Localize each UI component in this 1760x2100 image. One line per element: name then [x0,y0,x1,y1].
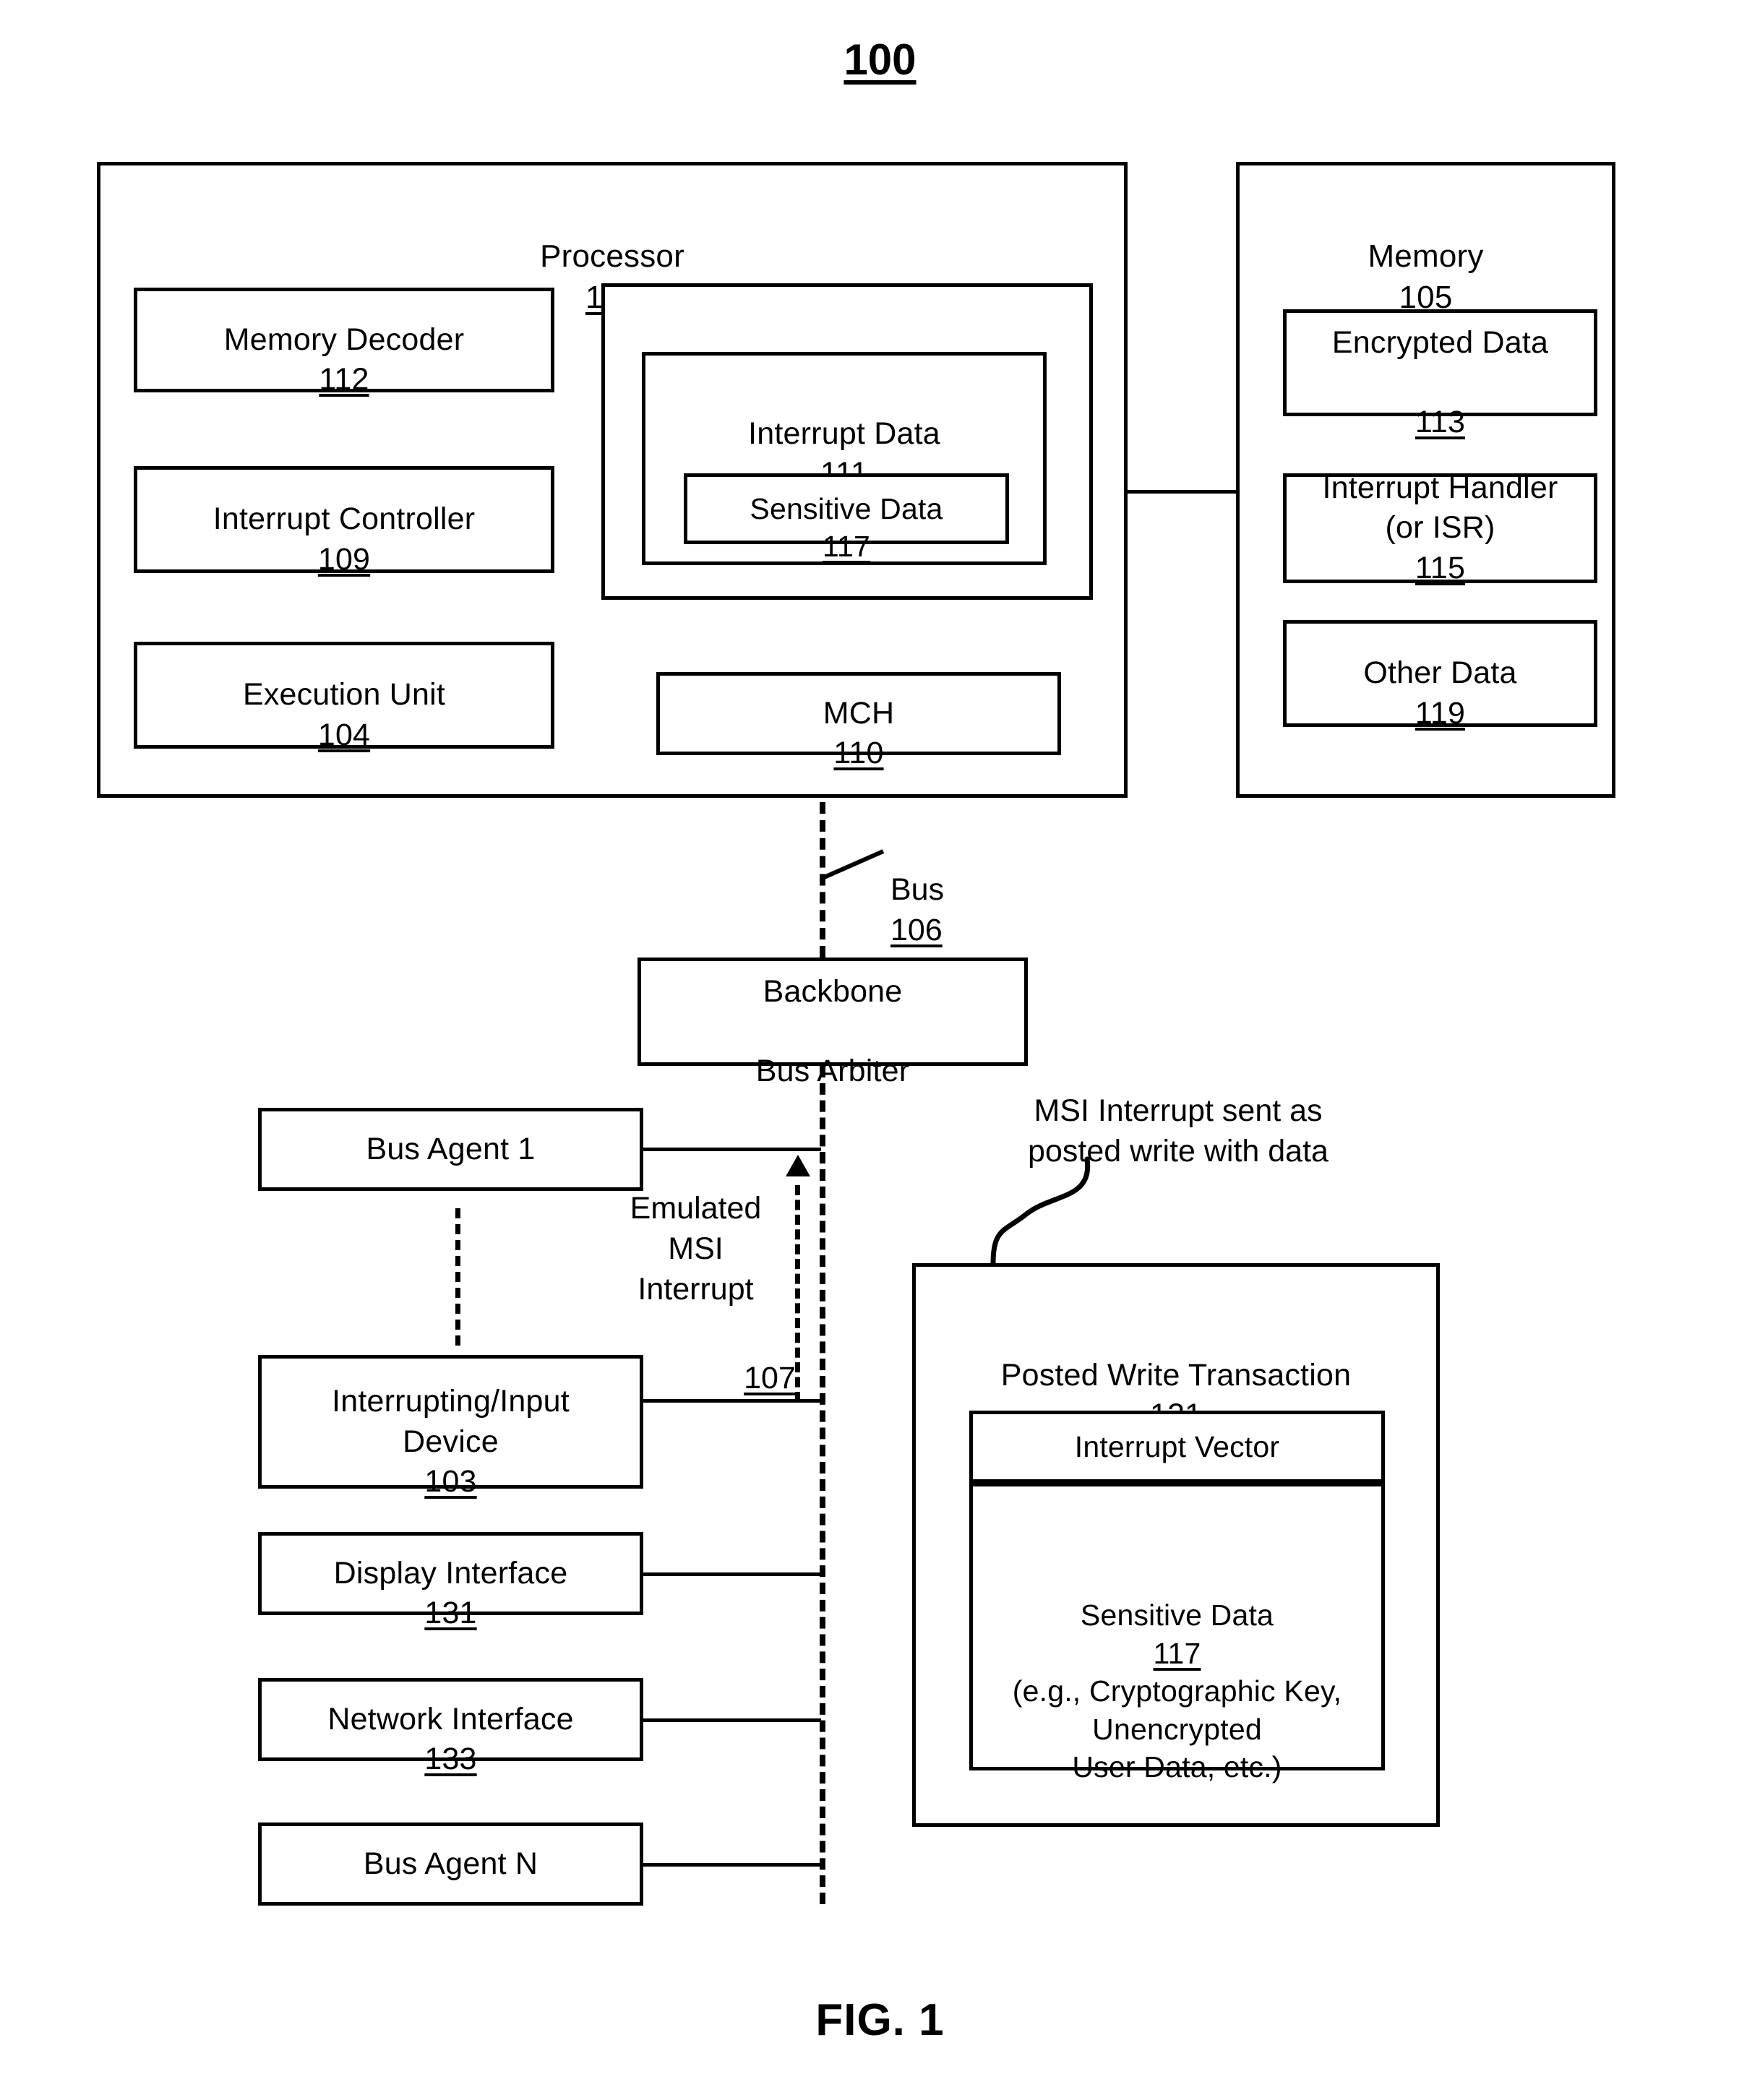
emulated-msi-number: 107 [744,1361,796,1395]
interrupt-controller-label: Interrupt Controller 109 [213,460,476,579]
sensitive-data-payload-cell: Sensitive Data 117 (e.g., Cryptographic … [969,1483,1385,1783]
processor-title-text: Processor [540,238,684,275]
network-interface-number: 133 [424,1742,477,1777]
interrupt-handler-block: Interrupt Handler (or ISR) 115 [1283,470,1597,585]
other-data-block: Other Data 119 [1283,620,1597,731]
interrupt-data-text: Interrupt Data [748,416,940,452]
interrupt-vector-label: Interrupt Vector [1074,1429,1280,1463]
execution-unit-text: Execution Unit [242,677,446,713]
bus-label-text: Bus [890,872,945,907]
bus-agent-n-label: Bus Agent N [363,1846,538,1881]
sensitive-data-cache-text: Sensitive Data [750,491,943,525]
processor-memory-connector [1126,490,1239,494]
memory-decoder-text: Memory Decoder [223,322,465,357]
memory-decoder-block: Memory Decoder 112 [134,288,554,397]
figure-canvas: 100 Processor 101 Memory Decoder 112 Int… [0,0,1760,2100]
interrupting-device-connector [642,1399,821,1403]
network-interface-block: Network Interface 133 [258,1678,643,1776]
mch-block: MCH 110 [656,672,1061,770]
emulated-msi-arrowhead [786,1155,810,1176]
other-data-label: Other Data 119 [1363,614,1516,733]
bus-agent-n-block: Bus Agent N [258,1823,643,1906]
interrupt-handler-text: Interrupt Handler (or ISR) [1322,470,1558,546]
other-data-text: Other Data [1363,655,1517,691]
memory-title-text: Memory [1368,238,1484,275]
posted-write-title-text: Posted Write Transaction [1000,1358,1352,1393]
network-interface-label: Network Interface 133 [327,1660,573,1779]
bus-agent-1-connector [642,1148,821,1151]
bus-label: Bus 106 [890,830,1107,951]
interrupting-input-device-text: Interrupting/Input Device [332,1384,570,1459]
bus-agent-1-label: Bus Agent 1 [366,1131,536,1166]
sensitive-data-payload-number: 117 [1153,1636,1201,1670]
encrypted-data-number: 113 [1415,405,1466,440]
interrupting-input-device-block: Interrupting/Input Device 103 [258,1355,643,1499]
memory-decoder-number: 112 [319,362,369,397]
encrypted-data-label: Encrypted Data 113 [1332,283,1548,442]
interrupt-controller-number: 109 [317,541,371,577]
arbiter-line-2: Bus Arbiter [755,1054,910,1089]
mch-label: MCH 110 [823,654,895,773]
bus-leader-line [821,849,885,880]
interrupt-handler-number: 115 [1415,550,1466,585]
sensitive-data-detail: (e.g., Cryptographic Key, Unencrypted Us… [1012,1674,1342,1784]
msi-note-leader [990,1156,1091,1266]
display-interface-connector [642,1572,821,1576]
execution-unit-number: 104 [317,717,371,752]
mch-number: 110 [833,736,884,771]
mch-text: MCH [823,695,895,731]
execution-unit-label: Execution Unit 104 [243,635,445,754]
network-interface-text: Network Interface [327,1701,574,1737]
execution-unit-block: Execution Unit 104 [134,642,554,752]
display-interface-label: Display Interface 131 [334,1514,568,1633]
encrypted-data-text: Encrypted Data [1331,324,1549,360]
encrypted-data-block: Encrypted Data 113 [1283,309,1597,439]
arbiter-line-1: Backbone [763,973,903,1009]
interrupting-input-device-number: 103 [424,1463,477,1499]
interrupt-vector-cell: Interrupt Vector [969,1411,1385,1483]
bus-agent-1-block: Bus Agent 1 [258,1108,643,1191]
sensitive-data-payload-text: Sensitive Data [1080,1598,1274,1632]
interrupting-input-device-label: Interrupting/Input Device 103 [332,1342,570,1501]
network-interface-connector [642,1718,821,1722]
interrupt-controller-text: Interrupt Controller [213,502,476,537]
display-interface-number: 131 [424,1596,477,1631]
arbiter-label: Backbone Bus Arbiter [756,932,910,1091]
sensitive-data-cache-number: 117 [823,530,870,564]
interrupt-handler-label: Interrupt Handler (or ISR) 115 [1322,468,1558,588]
figure-caption: FIG. 1 [815,1995,945,2045]
sensitive-data-cache-block: Sensitive Data 117 [684,473,1009,563]
figure-number: 100 [843,35,917,84]
emulated-msi-label: Emulated MSI Interrupt [630,1191,762,1307]
interrupt-controller-block: Interrupt Controller 109 [134,466,554,577]
display-interface-block: Display Interface 131 [258,1532,643,1630]
display-interface-text: Display Interface [333,1555,568,1591]
agent-ellipsis-dashes [455,1208,460,1346]
msi-interrupt-note: MSI Interrupt sent as posted write with … [1028,1093,1328,1169]
sensitive-data-payload-label: Sensitive Data 117 (e.g., Cryptographic … [1013,1559,1342,1824]
backbone-bus-arbiter-block: Backbone Bus Arbiter [638,958,1028,1088]
memory-decoder-label: Memory Decoder 112 [224,280,465,400]
sensitive-data-cache-label: Sensitive Data 117 [750,452,943,565]
bus-agent-n-connector [642,1863,821,1867]
other-data-number: 119 [1415,695,1466,731]
bus-line-lower [820,1066,825,1904]
